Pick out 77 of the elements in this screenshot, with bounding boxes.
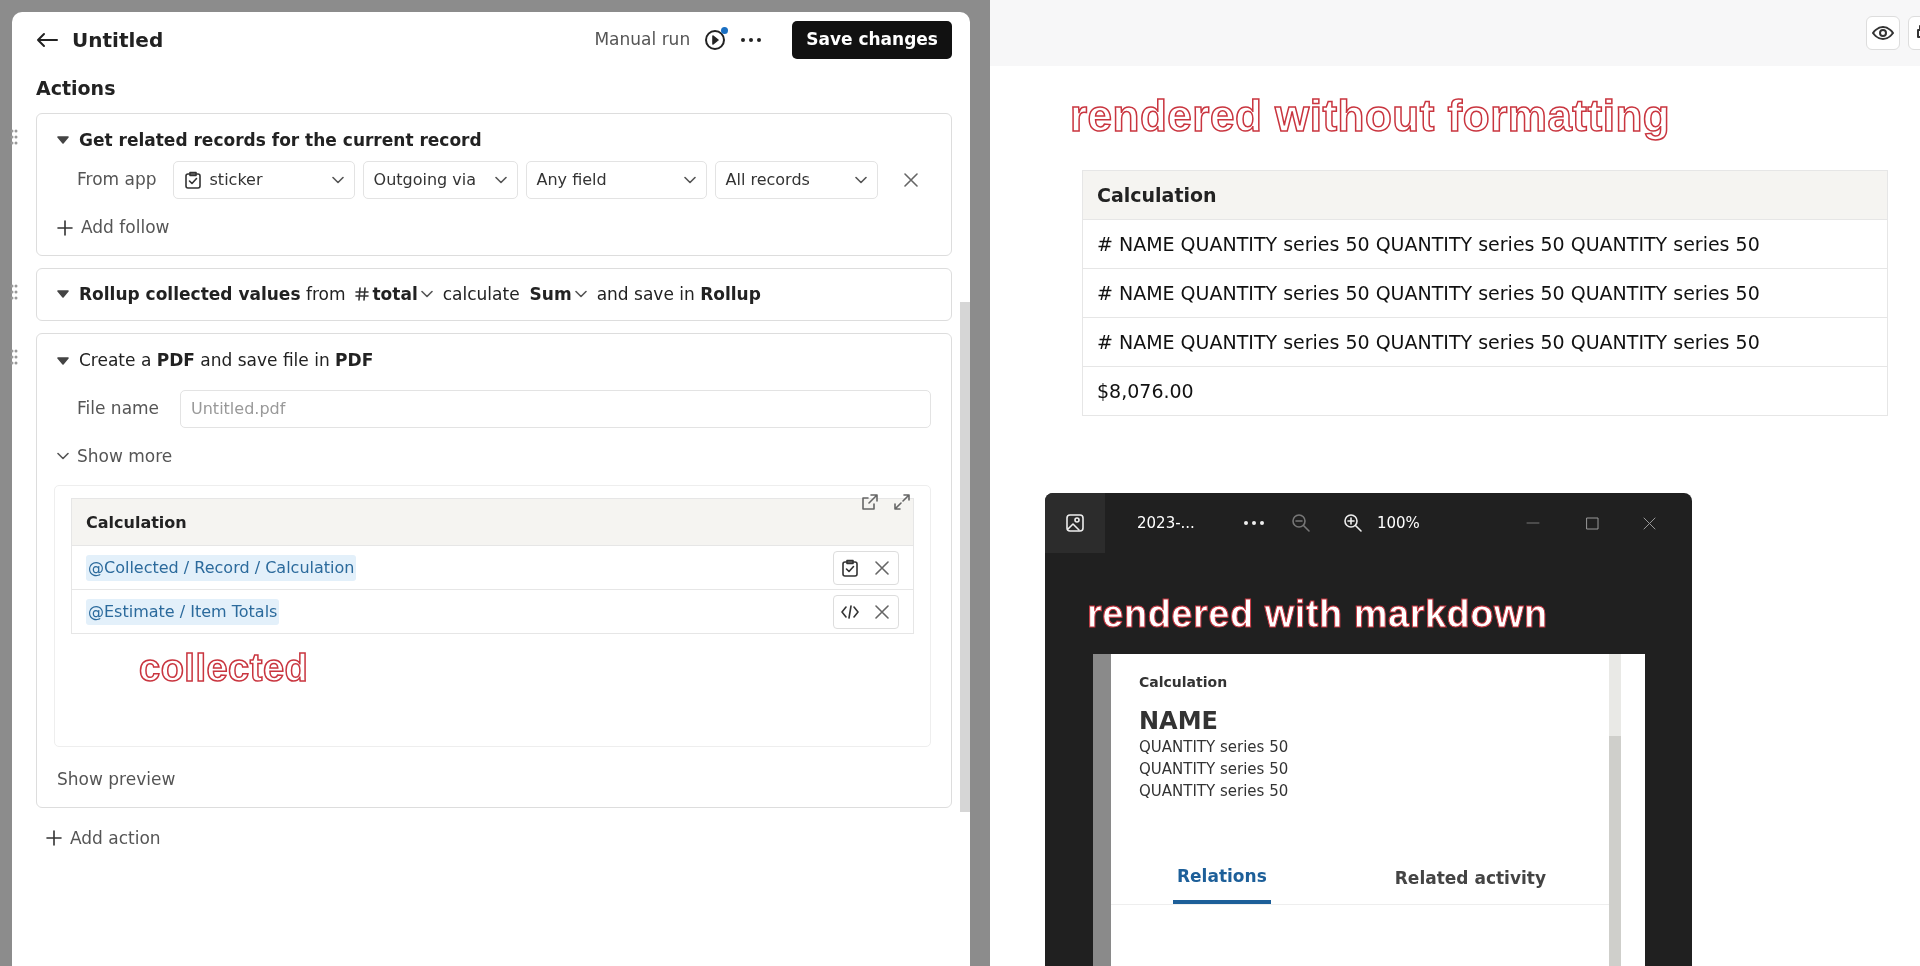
manual-run-label: Manual run <box>594 28 691 52</box>
select-field[interactable]: All records <box>714 161 878 199</box>
table-header: Calculation <box>1083 171 1887 220</box>
chevron-down-icon <box>574 290 587 299</box>
expand-icon[interactable] <box>894 494 910 510</box>
field-dropdown[interactable]: total <box>355 281 433 307</box>
close-icon[interactable] <box>903 173 918 187</box>
annotation-text: rendered without formatting <box>1070 92 1672 141</box>
more-options-icon[interactable] <box>1242 520 1265 526</box>
table-header: Calculation <box>72 499 913 545</box>
table-cell: # NAME QUANTITY series 50 QUANTITY series 50 QUANTITY series 50 <box>1083 268 1887 318</box>
document-line: QUANTITY series 50 <box>1139 758 1290 780</box>
plus-icon <box>46 830 62 847</box>
plus-icon <box>57 219 73 236</box>
save-button[interactable]: Save changes <box>792 21 952 59</box>
hash-icon <box>355 287 370 302</box>
zoom-out-icon[interactable] <box>1290 513 1311 533</box>
document-heading: NAME <box>1139 707 1219 736</box>
close-icon[interactable] <box>875 560 889 575</box>
action-text: and save in Rollup <box>596 282 761 306</box>
add-action-button[interactable]: Add action <box>46 825 161 851</box>
document-line: QUANTITY series 50 <box>1139 780 1290 802</box>
image-icon[interactable] <box>1065 513 1085 533</box>
play-circle-icon[interactable] <box>704 29 727 51</box>
table-cell: # NAME QUANTITY series 50 QUANTITY series 50 QUANTITY series 50 <box>1083 317 1887 367</box>
tab[interactable]: Related activity <box>1390 864 1551 904</box>
close-icon[interactable] <box>1642 516 1656 530</box>
action-title: Create a PDF and save file in PDF <box>79 349 374 372</box>
drag-handle-icon[interactable] <box>10 128 18 145</box>
field-label: File name <box>77 396 161 420</box>
checkbox-icon <box>183 171 202 189</box>
file-name: 2023-... <box>1137 512 1195 534</box>
document-label: Calculation <box>1139 673 1229 692</box>
chevron-down-icon <box>683 176 696 184</box>
checkbox-icon <box>841 558 859 577</box>
code-icon[interactable] <box>841 603 859 620</box>
back-arrow-icon[interactable] <box>36 32 58 48</box>
field-label: From app <box>77 168 157 192</box>
eye-icon <box>1872 25 1894 41</box>
close-icon[interactable] <box>875 604 889 619</box>
document-line: QUANTITY series 50 <box>1139 736 1290 758</box>
table-cell: $8,076.00 <box>1083 366 1887 416</box>
file-name-field[interactable]: Untitled.pdf <box>180 389 931 428</box>
chevron-down-icon <box>57 452 69 461</box>
tab[interactable]: Relations <box>1173 864 1271 904</box>
maximize-icon[interactable] <box>1585 516 1599 530</box>
chevron-down-icon <box>420 290 433 299</box>
more-options-icon[interactable] <box>740 37 763 43</box>
mention-tag[interactable]: @Estimate / Item Totals <box>86 598 280 625</box>
chevron-down-icon <box>331 176 344 184</box>
page-title: Untitled <box>72 27 164 54</box>
select-field[interactable]: Any field <box>525 161 707 199</box>
zoom-level: 100% <box>1376 512 1420 534</box>
section-title: Actions <box>36 76 117 101</box>
caret-icon[interactable] <box>57 356 69 365</box>
zoom-in-icon[interactable] <box>1342 513 1363 533</box>
chevron-down-icon <box>854 176 867 184</box>
field-dropdown[interactable]: Sum <box>529 281 587 307</box>
annotation-text: collected <box>139 648 310 690</box>
annotation-text: rendered with markdown <box>1087 595 1549 633</box>
add-follow-button[interactable]: Add follow <box>57 215 170 241</box>
select-field[interactable]: Outgoing via <box>362 161 518 199</box>
action-text: calculate <box>442 282 520 306</box>
action-text: Rollup collected values from <box>79 282 346 306</box>
preview-button[interactable] <box>1866 16 1900 50</box>
show-more-toggle[interactable]: Show more <box>57 443 173 469</box>
show-preview-link[interactable]: Show preview <box>57 767 176 793</box>
chevron-down-icon <box>494 176 507 184</box>
drag-handle-icon[interactable] <box>10 283 18 300</box>
caret-icon[interactable] <box>57 136 69 145</box>
drag-handle-icon[interactable] <box>10 349 18 365</box>
caret-icon[interactable] <box>57 290 69 299</box>
mention-tag[interactable]: @Collected / Record / Calculation <box>86 554 357 581</box>
external-link-icon[interactable] <box>862 494 878 510</box>
select-field[interactable]: sticker <box>172 161 355 199</box>
action-title: Get related records for the current record <box>79 128 482 152</box>
table-cell: # NAME QUANTITY series 50 QUANTITY series 50 QUANTITY series 50 <box>1083 219 1887 269</box>
